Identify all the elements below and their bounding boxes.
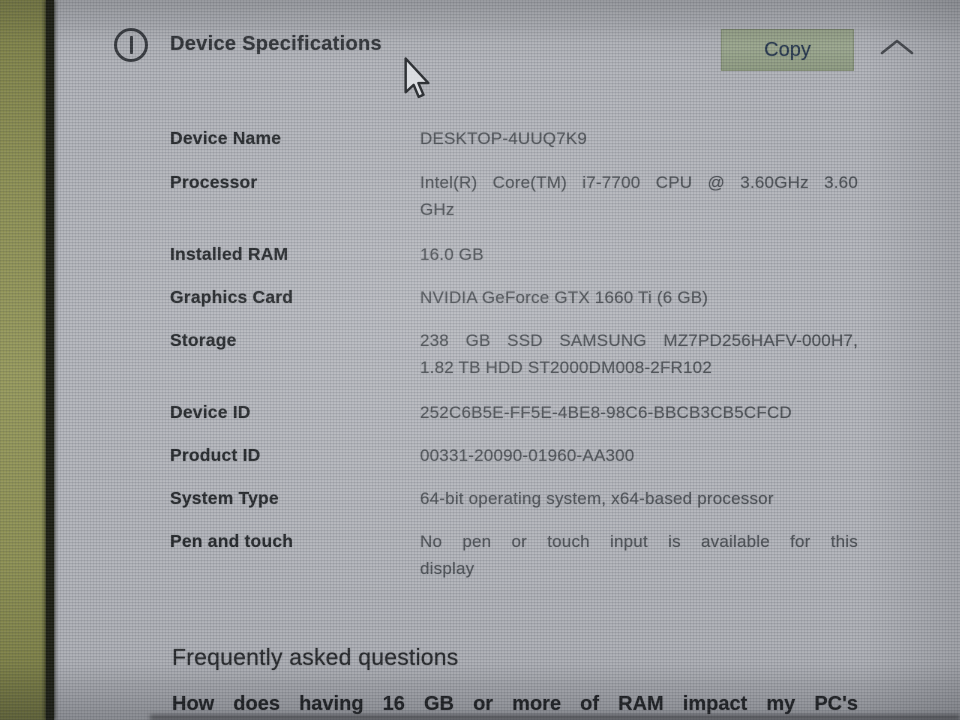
spec-value-line: 238 GB SSD SAMSUNG MZ7PD256HAFV-000H7, <box>420 331 858 350</box>
spec-label: System Type <box>170 488 279 508</box>
spec-label: Storage <box>170 330 237 350</box>
spec-value-line: NVIDIA GeForce GTX 1660 Ti (6 GB) <box>420 288 709 307</box>
spec-label: Graphics Card <box>170 287 294 307</box>
spec-value-line: 64-bit operating system, x64-based proce… <box>420 489 774 508</box>
spec-label: Installed RAM <box>170 244 289 264</box>
spec-value: 64-bit operating system, x64-based proce… <box>420 485 858 512</box>
faq-question-link[interactable]: How does having 16 GB or more of RAM imp… <box>172 691 858 718</box>
spec-label: Device ID <box>170 402 251 422</box>
spec-value-line: No pen or touch input is available for t… <box>420 532 858 551</box>
screen-left-edge <box>0 0 46 720</box>
spec-value: DESKTOP-4UUQ7K9 <box>420 125 858 152</box>
spec-label: Device Name <box>170 128 282 148</box>
spec-value: NVIDIA GeForce GTX 1660 Ti (6 GB) <box>420 284 858 311</box>
spec-value: 16.0 GB <box>420 241 858 268</box>
spec-value-line: 16.0 GB <box>420 245 484 264</box>
photographed-monitor-screen: Device Specifications Copy Device Name D… <box>0 0 960 720</box>
spec-value-line: GHz <box>420 200 455 219</box>
chevron-up-icon[interactable] <box>879 38 915 56</box>
info-icon <box>114 28 148 62</box>
spec-value: 238 GB SSD SAMSUNG MZ7PD256HAFV-000H7, 1… <box>420 327 858 381</box>
spec-value-line: 252C6B5E-FF5E-4BE8-98C6-BBCB3CB5CFCD <box>420 403 792 422</box>
copy-button[interactable]: Copy <box>721 29 854 71</box>
spec-label: Product ID <box>170 445 261 465</box>
spec-value: 252C6B5E-FF5E-4BE8-98C6-BBCB3CB5CFCD <box>420 399 858 426</box>
spec-value-line: 00331-20090-01960-AA300 <box>420 446 635 465</box>
spec-value-line: display <box>420 559 475 578</box>
spec-value-line: 1.82 TB HDD ST2000DM008-2FR102 <box>420 358 712 377</box>
spec-label: Processor <box>170 172 258 192</box>
faq-section-heading: Frequently asked questions <box>172 644 459 670</box>
spec-value-line: Intel(R) Core(TM) i7-7700 CPU @ 3.60GHz … <box>420 173 858 192</box>
mouse-cursor-icon <box>404 57 438 108</box>
clipped-next-line <box>150 715 960 720</box>
spec-value: Intel(R) Core(TM) i7-7700 CPU @ 3.60GHz … <box>420 169 858 223</box>
spec-label: Pen and touch <box>170 531 294 551</box>
spec-value: No pen or touch input is available for t… <box>420 528 858 582</box>
spec-value-line: DESKTOP-4UUQ7K9 <box>420 129 588 148</box>
screen-edge-divider <box>46 0 54 720</box>
info-icon-bar <box>129 36 133 54</box>
page-title: Device Specifications <box>170 33 382 55</box>
spec-value: 00331-20090-01960-AA300 <box>420 442 858 469</box>
